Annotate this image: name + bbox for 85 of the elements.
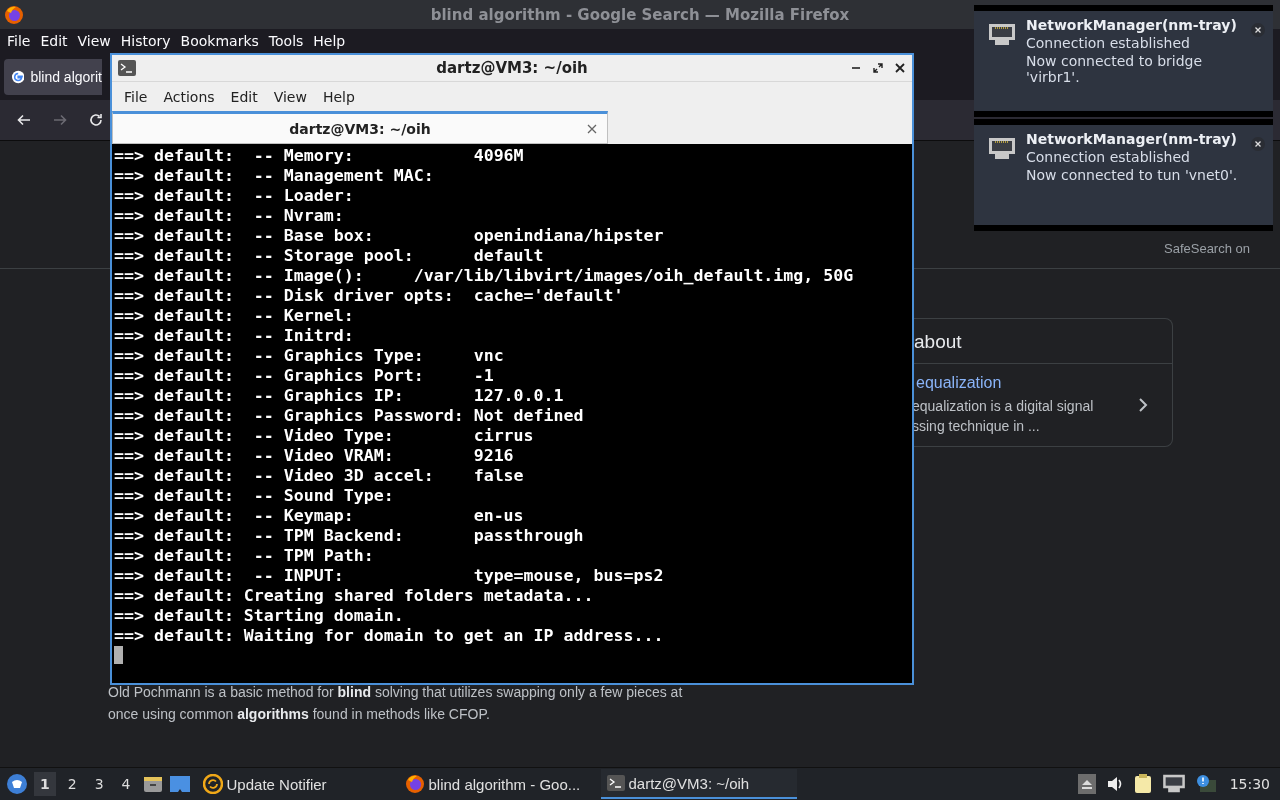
- eject-icon[interactable]: [1077, 774, 1096, 794]
- chevron-right-icon[interactable]: [1138, 398, 1148, 412]
- terminal-line: ==> default: -- Memory: 4096M: [114, 146, 525, 166]
- notification-body: Now connected to tun 'vnet0'.: [1026, 167, 1239, 183]
- close-icon[interactable]: [1251, 23, 1265, 37]
- reload-icon[interactable]: [88, 112, 104, 128]
- terminal-line: ==> default: -- Graphics Type: vnc: [114, 346, 505, 366]
- terminal-line: ==> default: -- Loader:: [114, 186, 355, 206]
- menu-item[interactable]: View: [265, 88, 315, 105]
- notification-summary: Connection established: [1026, 149, 1191, 165]
- window-title: blind algorithm - Google Search — Mozilla Firefox: [429, 5, 851, 24]
- alert-icon[interactable]: [1195, 774, 1216, 794]
- terminal-line: ==> default: -- Management MAC:: [114, 166, 435, 186]
- terminal-line: ==> default: -- Nvram:: [114, 206, 345, 226]
- back-icon[interactable]: [16, 112, 32, 128]
- notification-summary: Connection established: [1026, 35, 1191, 51]
- workspace-button[interactable]: 2: [61, 772, 83, 796]
- browser-tab[interactable]: blind algorit: [4, 58, 102, 95]
- file-cabinet-icon[interactable]: [142, 774, 163, 794]
- volume-icon[interactable]: [1105, 775, 1124, 793]
- clipboard-icon[interactable]: [1133, 774, 1152, 794]
- window-title: dartz@VM3: ~/oih: [435, 59, 589, 77]
- terminal-line: ==> default: -- Video 3D accel: false: [114, 466, 525, 486]
- safesearch-label[interactable]: SafeSearch on: [1164, 241, 1250, 256]
- taskbar-button[interactable]: blind algorithm - Goo...: [398, 769, 595, 799]
- clock[interactable]: 15:30: [1229, 776, 1270, 792]
- terminal-line: ==> default: -- Kernel:: [114, 306, 355, 326]
- terminal-line: ==> default: -- Keymap: en-us: [114, 506, 525, 526]
- result-snippet: equalization is a digital signal: [912, 397, 1094, 416]
- terminal-line: ==> default: -- Sound Type:: [114, 486, 395, 506]
- result-snippet: ssing technique in ...: [912, 417, 1041, 436]
- terminal-line: ==> default: Waiting for domain to get an IP address...: [114, 626, 665, 646]
- desktop-icon[interactable]: [168, 774, 191, 794]
- menu-item[interactable]: Tools: [263, 33, 309, 49]
- ethernet-port-icon[interactable]: [1161, 774, 1186, 794]
- notification-title: NetworkManager(nm-tray): [1026, 17, 1238, 33]
- maximize-icon[interactable]: [872, 62, 884, 74]
- ethernet-port-icon: [988, 137, 1016, 161]
- menu-item[interactable]: Help: [314, 88, 363, 105]
- menu-item[interactable]: Actions: [155, 88, 223, 105]
- menu-item[interactable]: File: [116, 88, 156, 105]
- close-icon[interactable]: [1251, 137, 1265, 151]
- terminal-tab[interactable]: dartz@VM3: ~/oih: [112, 111, 608, 144]
- terminal-line: ==> default: -- Graphics Port: -1: [114, 366, 495, 386]
- menu-item[interactable]: View: [72, 33, 116, 49]
- menu-item[interactable]: File: [2, 33, 36, 49]
- terminal-icon: [118, 60, 136, 76]
- notification-title: NetworkManager(nm-tray): [1026, 131, 1238, 147]
- menu-item[interactable]: History: [115, 33, 176, 49]
- terminal-line: ==> default: -- Initrd:: [114, 326, 355, 346]
- terminal-line: ==> default: -- Video VRAM: 9216: [114, 446, 515, 466]
- ethernet-port-icon: [988, 23, 1016, 47]
- terminal-line: ==> default: -- Disk driver opts: cache='default': [114, 286, 625, 306]
- forward-icon[interactable]: [52, 112, 68, 128]
- menu-item[interactable]: Edit: [35, 33, 73, 49]
- workspace-button[interactable]: 4: [115, 772, 137, 796]
- workspace-button[interactable]: 3: [88, 772, 110, 796]
- terminal-line: ==> default: -- TPM Path:: [114, 546, 375, 566]
- google-g-icon: [12, 68, 25, 85]
- update-icon: [202, 774, 223, 794]
- close-icon[interactable]: [894, 62, 906, 74]
- terminal-line: ==> default: -- Base box: openindiana/hipster: [114, 226, 665, 246]
- notification-body: Now connected to bridge 'virbr1'.: [1026, 53, 1204, 85]
- taskbar-button[interactable]: dartz@VM3: ~/oih: [600, 769, 797, 799]
- firefox-logo-icon[interactable]: [4, 4, 24, 25]
- result-link[interactable]: equalization: [912, 374, 1094, 392]
- workspace-button[interactable]: 1: [34, 772, 56, 796]
- menu-item[interactable]: Help: [308, 33, 351, 49]
- terminal-line: ==> default: -- Graphics IP: 127.0.0.1: [114, 386, 565, 406]
- terminal-icon: [606, 775, 625, 791]
- menu-item[interactable]: Bookmarks: [175, 33, 264, 49]
- terminal-line: ==> default: -- Graphics Password: Not defined: [114, 406, 585, 426]
- terminal-line: ==> default: -- TPM Backend: passthrough: [114, 526, 585, 546]
- result-snippet: Old Pochmann is a basic method for blind solving that utilizes swapping only a few pieces at once using common algorithms found in methods like CFOP.: [108, 683, 684, 724]
- taskbar-button[interactable]: Update Notifier: [196, 769, 393, 799]
- terminal-line: ==> default: -- Storage pool: default: [114, 246, 545, 266]
- terminal-line: ==> default: -- Image(): /var/lib/libvirt/images/oih_default.img, 50G: [114, 266, 855, 286]
- text-cursor: [114, 646, 123, 664]
- menu-item[interactable]: Edit: [222, 88, 266, 105]
- terminal-line: ==> default: Creating shared folders metadata...: [114, 586, 595, 606]
- terminal-line: ==> default: Starting domain.: [114, 606, 405, 626]
- terminal-line: ==> default: -- Video Type: cirrus: [114, 426, 535, 446]
- terminal-line: ==> default: -- INPUT: type=mouse, bus=ps2: [114, 566, 665, 586]
- firefox-logo-icon: [404, 774, 425, 794]
- start-menu-icon[interactable]: [6, 773, 28, 795]
